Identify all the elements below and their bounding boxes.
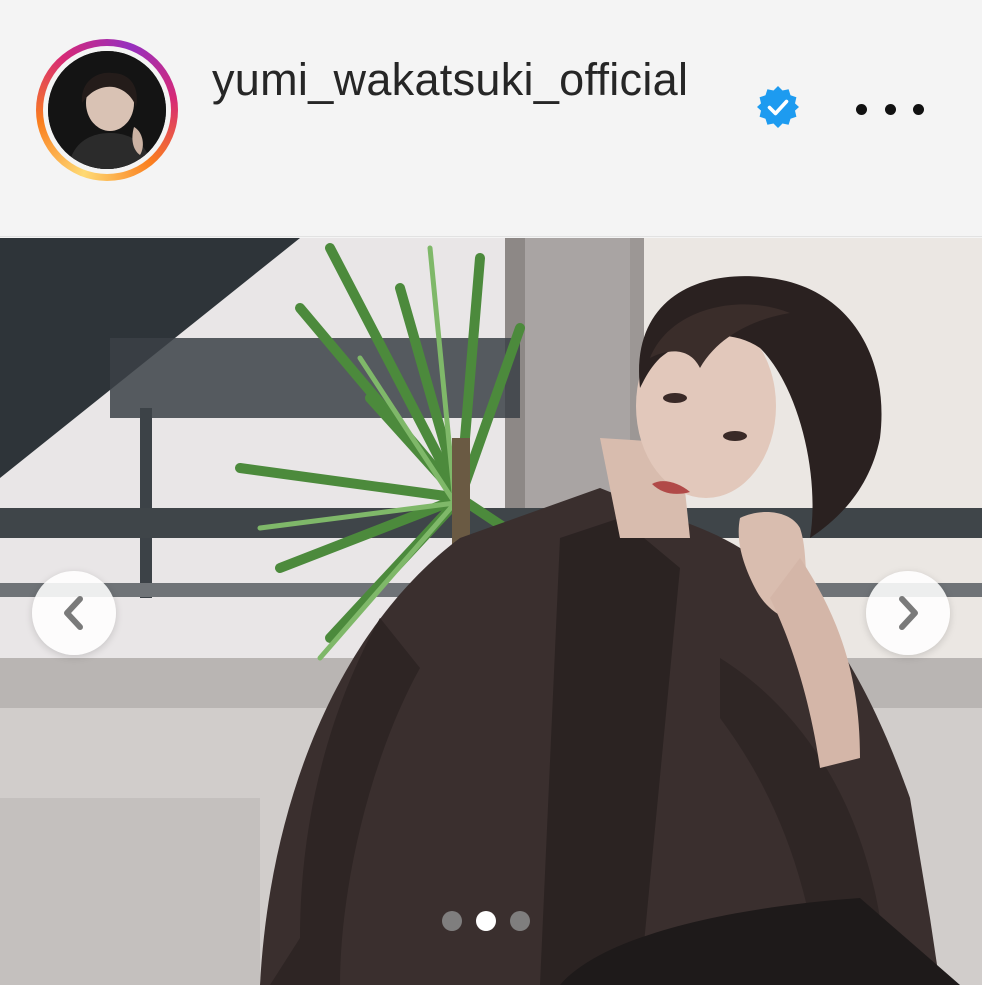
story-ring[interactable] <box>36 39 178 181</box>
verified-badge-icon <box>755 84 801 130</box>
carousel-dot-active[interactable] <box>476 911 496 931</box>
username[interactable]: yumi_wakatsuki_official <box>212 50 732 110</box>
chevron-left-icon <box>64 596 83 630</box>
carousel-indicator <box>442 909 542 933</box>
carousel-dot[interactable] <box>442 911 462 931</box>
post-header: yumi_wakatsuki_official <box>0 0 982 237</box>
post-photo[interactable] <box>0 238 982 985</box>
photo-image <box>0 238 982 985</box>
carousel-next-button[interactable] <box>866 571 950 655</box>
avatar-image <box>48 51 166 169</box>
avatar[interactable] <box>48 51 166 169</box>
chevron-right-icon <box>899 596 918 630</box>
more-options-icon[interactable] <box>856 90 924 128</box>
carousel-dot[interactable] <box>510 911 530 931</box>
carousel-prev-button[interactable] <box>32 571 116 655</box>
